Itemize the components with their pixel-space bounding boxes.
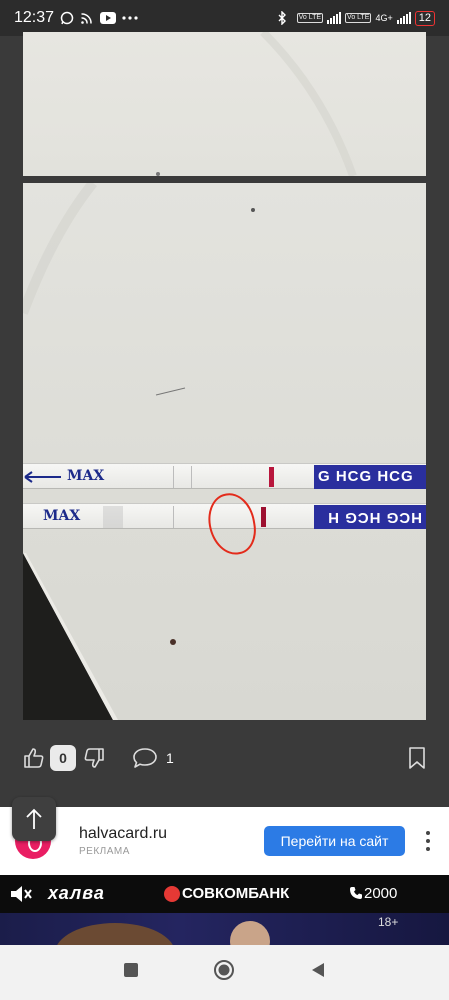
ad-cta-button[interactable]: Перейти на сайт <box>264 826 405 856</box>
volte-badge-1: Vo LTE <box>296 13 324 23</box>
banner-phone: 2000 <box>364 885 398 902</box>
photo-background <box>23 183 255 720</box>
scroll-to-top-button[interactable] <box>12 797 56 841</box>
banner-bar: халва СОВКОМБАНК 2000 <box>0 875 449 913</box>
banner-brand: халва <box>48 883 105 903</box>
strip-mark <box>191 466 192 488</box>
strip-max-label: MAX <box>67 468 105 484</box>
test-strip-1: MAX G HCG HCG <box>23 463 426 489</box>
control-line <box>269 467 274 487</box>
more-dots-icon <box>122 16 138 20</box>
whatsapp-icon <box>60 11 74 25</box>
banner-person-hair <box>55 923 175 945</box>
comment-count: 1 <box>166 750 174 766</box>
strip-shadow <box>103 506 123 528</box>
strip-hcg-label-2: HCG HCG H <box>314 505 426 529</box>
bookmark-icon[interactable] <box>407 746 427 770</box>
cast-icon <box>80 11 94 25</box>
status-bar: 12:37 Vo LTE Vo LTE 4G+ 12 <box>0 0 449 36</box>
sovcombank-logo-icon <box>164 886 180 902</box>
signal-icon <box>327 12 342 24</box>
back-icon[interactable] <box>309 961 327 984</box>
ad-site[interactable]: halvacard.ru <box>79 825 167 843</box>
signal-icon-2 <box>396 12 411 24</box>
post-photo-top[interactable] <box>23 32 426 176</box>
arrow-left-icon <box>24 471 61 483</box>
comment-icon[interactable] <box>132 746 158 770</box>
status-time: 12:37 <box>14 9 55 26</box>
ad-card[interactable]: halvacard.ru РЕКЛАМА Перейти на сайт 18+… <box>0 807 449 945</box>
mute-icon[interactable] <box>8 882 34 911</box>
like-icon[interactable] <box>22 746 46 770</box>
banner-person-face <box>230 921 270 945</box>
control-line-2 <box>261 507 266 527</box>
strip-hcg-label: G HCG HCG <box>314 465 426 489</box>
battery-icon: 12 <box>414 10 435 26</box>
ad-banner[interactable]: 18+ халва СОВКОМБАНК 2000 <box>0 875 449 945</box>
status-right: Vo LTE Vo LTE 4G+ 12 <box>277 10 435 26</box>
network-type: 4G+ <box>375 13 393 23</box>
photo-wall-texture <box>156 32 357 176</box>
bluetooth-icon <box>277 11 287 25</box>
home-icon[interactable] <box>213 959 235 986</box>
age-rating: 18+ <box>378 915 399 929</box>
phone-icon <box>349 886 363 905</box>
volte-badge-2: Vo LTE <box>345 13 372 23</box>
more-vert-icon[interactable] <box>420 829 436 853</box>
banner-bank: СОВКОМБАНК <box>182 885 290 902</box>
system-nav-bar <box>0 945 449 1000</box>
ad-label: РЕКЛАМА <box>79 846 130 857</box>
banner-image: 18+ <box>0 913 449 945</box>
post-photo-main[interactable]: MAX G HCG HCG MAX HCG HCG H <box>23 183 426 720</box>
like-count: 0 <box>50 745 76 771</box>
strip-max-label-2: MAX <box>43 508 81 524</box>
strip-mark <box>173 506 174 528</box>
strip-mark <box>173 466 174 488</box>
arrow-up-icon <box>26 808 42 829</box>
recents-icon[interactable] <box>122 961 140 984</box>
dislike-icon[interactable] <box>82 746 106 770</box>
post-actions: 0 1 <box>0 728 449 788</box>
youtube-icon <box>100 12 117 24</box>
